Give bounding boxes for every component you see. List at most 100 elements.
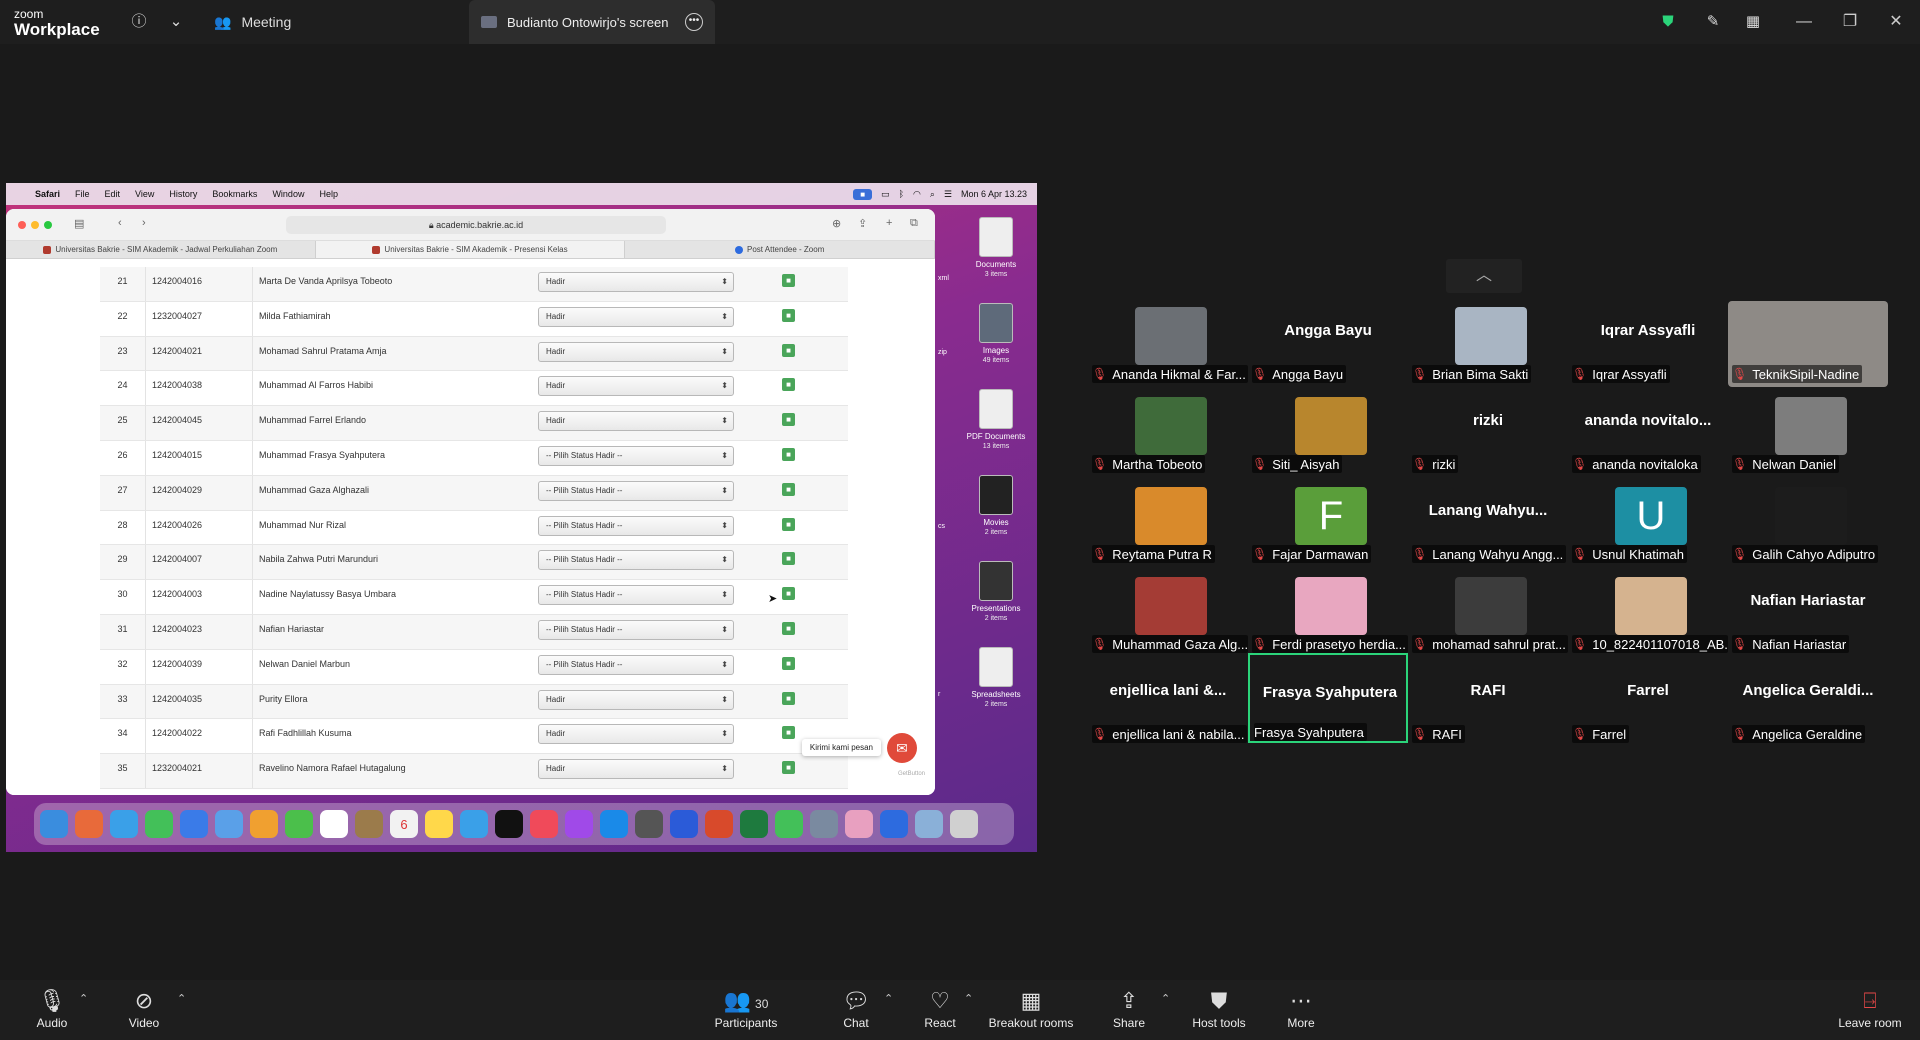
zoom-favicon-icon: [734, 245, 743, 254]
meeting-controls: 🎙︎ Audio ⌃ ⊘ Video ⌃ 👥 30 Participants 💬︎…: [0, 980, 1920, 1040]
leave-room-button[interactable]: ⍈ Leave room: [1836, 988, 1904, 1030]
video-button[interactable]: ⊘ Video: [124, 988, 164, 1030]
participant-tile[interactable]: 🎙︎ Siti_ Aisyah: [1248, 383, 1408, 473]
participant-name: Muhammad Gaza Alg...: [1112, 636, 1248, 652]
desktop-folder-pdf: PDF Documents 13 items: [961, 389, 1031, 451]
participant-tile[interactable]: 🎙︎ 10_822401107018_AB...: [1568, 563, 1728, 653]
participant-tile[interactable]: 🎙︎ Martha Tobeoto: [1088, 383, 1248, 473]
student-name: Nadine Naylatussy Basya Umbara: [252, 580, 532, 614]
student-id: 1242004029: [152, 484, 203, 495]
tab-shared-screen[interactable]: Budianto Ontowirjo's screen •••: [469, 0, 715, 44]
browser-tab: Universitas Bakrie - SIM Akademik - Pres…: [315, 241, 626, 258]
participant-name: Iqrar Assyafli: [1592, 366, 1667, 382]
gallery-page-up-button[interactable]: ︿: [1446, 259, 1522, 293]
meeting-tab-label: Meeting: [241, 14, 292, 30]
participant-tile[interactable]: 🎙︎ Nelwan Daniel: [1728, 383, 1888, 473]
share-button[interactable]: ⇪ Share: [1110, 988, 1148, 1030]
view-layout-icon[interactable]: ▦: [1741, 10, 1765, 34]
avatar: F: [1295, 487, 1367, 545]
breakout-grid-icon: ▦: [1020, 988, 1042, 1013]
participant-tile[interactable]: Angga Bayu 🎙︎ Angga Bayu: [1248, 293, 1408, 383]
close-button[interactable]: ✕: [1881, 10, 1911, 34]
chat-button[interactable]: 💬︎ Chat: [838, 988, 874, 1030]
folder-count: 13 items: [982, 443, 1010, 451]
audio-label: Audio: [36, 1016, 68, 1030]
participant-tile[interactable]: Angelica Geraldi... 🎙︎ Angelica Geraldine: [1728, 653, 1888, 743]
participant-tile[interactable]: enjellica lani &... 🎙︎ enjellica lani & na…: [1088, 653, 1248, 743]
participant-tile[interactable]: 🎙︎ Muhammad Gaza Alg...: [1088, 563, 1248, 653]
restore-button[interactable]: ❐: [1835, 10, 1865, 34]
audio-button[interactable]: 🎙︎ Audio: [30, 988, 74, 1030]
participant-video: [1775, 397, 1847, 455]
save-icon: ■: [782, 761, 795, 775]
chat-options-caret-icon[interactable]: ⌃: [884, 992, 893, 1005]
minimize-button[interactable]: —: [1789, 10, 1819, 34]
chat-icon: 💬︎: [842, 988, 870, 1013]
breakout-rooms-button[interactable]: ▦ Breakout rooms: [988, 988, 1074, 1030]
muted-mic-icon: 🎙︎: [1412, 547, 1428, 561]
participant-name: ananda novitaloka: [1592, 456, 1698, 472]
participant-name: 10_822401107018_AB...: [1592, 636, 1728, 652]
participants-button[interactable]: 👥 30 Participants: [714, 988, 778, 1030]
getbutton-credit: GetButton: [897, 771, 925, 777]
camera-off-icon: ⊘: [134, 988, 154, 1013]
react-options-caret-icon[interactable]: ⌃: [964, 992, 973, 1005]
table-row: 22 1232004027 Milda Fathiamirah Hadir ■: [100, 301, 848, 337]
tab-meeting[interactable]: 👥 Meeting: [214, 0, 291, 44]
menu-help: Help: [319, 189, 338, 199]
participant-tile[interactable]: 🎙︎ Galih Cahyo Adiputro: [1728, 473, 1888, 563]
more-button[interactable]: ⋯ More: [1282, 988, 1320, 1030]
security-shield-icon[interactable]: ⛊: [1656, 10, 1680, 34]
react-button[interactable]: ♡ React: [921, 988, 959, 1030]
wifi-icon: ◠: [912, 188, 921, 199]
participant-video: [1135, 577, 1207, 635]
participant-tile[interactable]: 🎙︎ Brian Bima Sakti: [1408, 293, 1568, 383]
participant-tile[interactable]: 🎙︎ Reytama Putra R: [1088, 473, 1248, 563]
participant-tile[interactable]: 🎙︎ TeknikSipil-Nadine: [1728, 293, 1888, 387]
browser-tab-label: Universitas Bakrie - SIM Akademik - Pres…: [384, 245, 568, 254]
attendance-status-select: Hadir: [538, 272, 734, 292]
row-number: 28: [100, 510, 146, 545]
download-icon: ⊕: [832, 218, 842, 230]
attendance-status-select: -- Pilih Status Hadir --: [538, 480, 734, 501]
dock-app-icon: [950, 810, 978, 838]
participant-tile[interactable]: Farrel 🎙︎ Farrel: [1568, 653, 1728, 743]
participant-tile[interactable]: F 🎙︎ Fajar Darmawan: [1248, 473, 1408, 563]
row-number: 25: [100, 406, 146, 440]
participant-tile[interactable]: U 🎙︎ Usnul Khatimah: [1568, 473, 1728, 563]
participant-tile[interactable]: ananda novitalo... 🎙︎ ananda novitaloka: [1568, 383, 1728, 473]
host-tools-button[interactable]: ⛊ Host tools: [1190, 988, 1248, 1030]
info-icon[interactable]: ⓘ: [127, 10, 151, 34]
heart-icon: ♡: [930, 988, 950, 1013]
dock-app-icon: [880, 810, 908, 838]
row-number: 29: [100, 545, 146, 580]
participant-name-label: 🎙︎ Martha Tobeoto: [1092, 455, 1206, 473]
share-label: Share: [1112, 1016, 1146, 1030]
participant-tile[interactable]: 🎙︎ mohamad sahrul prat...: [1408, 563, 1568, 653]
share-options-caret-icon[interactable]: ⌃: [1161, 992, 1170, 1005]
participant-tile[interactable]: RAFI 🎙︎ RAFI: [1408, 653, 1568, 743]
participant-name: Reytama Putra R: [1112, 546, 1212, 562]
more-options-icon[interactable]: •••: [685, 13, 703, 31]
participant-name-label: 🎙︎ Siti_ Aisyah: [1252, 455, 1343, 473]
participant-tile[interactable]: Iqrar Assyafli 🎙︎ Iqrar Assyafli: [1568, 293, 1728, 383]
desktop-folder-spreadsheets: Spreadsheets 2 items: [961, 647, 1031, 709]
participant-tile[interactable]: Nafian Hariastar 🎙︎ Nafian Hariastar: [1728, 563, 1888, 653]
chevron-down-icon[interactable]: ⌄: [164, 10, 188, 34]
save-icon: ■: [782, 343, 795, 357]
video-options-caret-icon[interactable]: ⌃: [177, 992, 186, 1005]
university-favicon-icon: [372, 245, 381, 254]
table-row: 29 1242004007 Nabila Zahwa Putri Marunduri…: [100, 545, 848, 581]
participant-tile[interactable]: 🎙︎ Ananda Hikmal & Far...: [1088, 293, 1248, 383]
muted-mic-icon: 🎙︎: [1092, 367, 1108, 381]
audio-options-caret-icon[interactable]: ⌃: [79, 992, 88, 1005]
annotate-pencil-icon[interactable]: ✎: [1701, 10, 1725, 34]
participant-tile[interactable]: Lanang Wahyu... 🎙︎ Lanang Wahyu Angg...: [1408, 473, 1568, 563]
participant-tile[interactable]: rizki 🎙︎ rizki: [1408, 383, 1568, 473]
participant-tile[interactable]: Frasya Syahputera Frasya Syahputera: [1248, 653, 1408, 743]
muted-mic-icon: 🎙︎: [1732, 457, 1748, 471]
participant-tile[interactable]: 🎙︎ Ferdi prasetyo herdia...: [1248, 563, 1408, 653]
participant-name-label: 🎙︎ Nafian Hariastar: [1732, 635, 1850, 653]
student-name: Marta De Vanda Aprilsya Tobeoto: [252, 267, 532, 301]
desktop-fragment: xml: [938, 275, 949, 282]
